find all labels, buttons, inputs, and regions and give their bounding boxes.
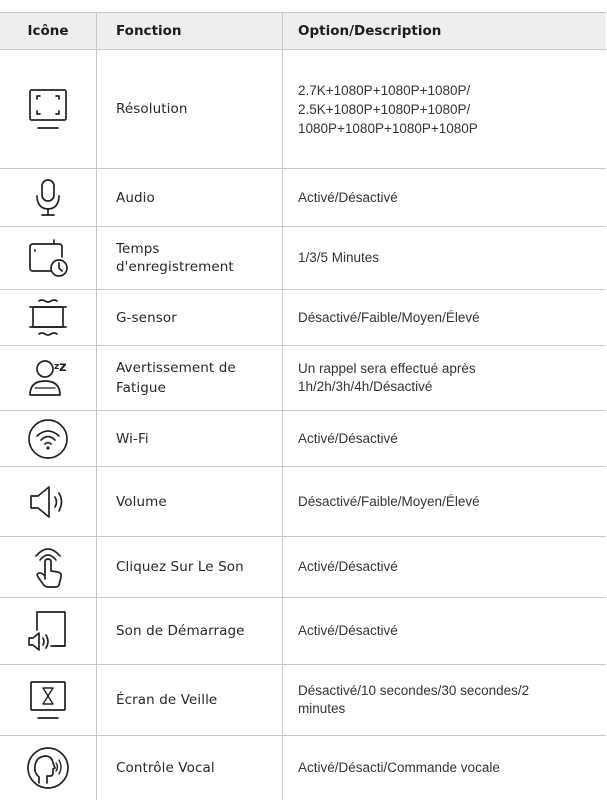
table-row: Écran de Veille Désactivé/10 secondes/30… [0, 665, 606, 736]
function-label: Temps d'enregistrement [116, 241, 234, 275]
startup-sound-icon [0, 598, 97, 664]
function-label: Cliquez Sur Le Son [116, 559, 244, 575]
header-cell-option: Option/Description [283, 13, 606, 49]
microphone-icon [0, 169, 97, 226]
function-label: Écran de Veille [116, 692, 218, 708]
function-label: Son de Démarrage [116, 623, 245, 639]
table-row: G-sensor Désactivé/Faible/Moyen/Élevé [0, 290, 606, 346]
function-cell: Wi-Fi [97, 411, 283, 466]
description-cell: Activé/Désactivé [283, 411, 606, 466]
description-cell: Activé/Désacti/Commande vocale [283, 736, 606, 800]
function-cell: Écran de Veille [97, 665, 283, 735]
description-text: 1/3/5 Minutes [298, 250, 380, 265]
header-icon-label: Icône [27, 23, 69, 39]
description-cell: Un rappel sera effectué après 1h/2h/3h/4… [283, 346, 606, 410]
function-label: Résolution [116, 101, 188, 117]
table-row: z z Avertissement de Fatigue Un rappel s… [0, 346, 606, 411]
fatigue-warning-icon: z z [0, 346, 97, 410]
function-cell: Temps d'enregistrement [97, 227, 283, 289]
description-text: Activé/Désactivé [298, 189, 398, 205]
function-label: Volume [116, 493, 167, 510]
description-text: 2.7K+1080P+1080P+1080P/ 2.5K+1080P+1080P… [298, 82, 478, 136]
description-cell: Désactivé/Faible/Moyen/Élevé [283, 290, 606, 345]
function-label: G-sensor [116, 309, 177, 326]
table-row: Son de Démarrage Activé/Désactivé [0, 598, 606, 665]
header-function-label: Fonction [116, 23, 182, 39]
function-label: Audio [116, 189, 155, 206]
description-cell: Désactivé/10 secondes/30 secondes/2 minu… [283, 665, 606, 735]
description-cell: Activé/Désactivé [283, 598, 606, 664]
table-row: Résolution 2.7K+1080P+1080P+1080P/ 2.5K+… [0, 50, 606, 169]
description-text: Activé/Désactivé [298, 430, 398, 446]
g-sensor-icon [0, 290, 97, 345]
screen-resolution-icon [0, 50, 97, 168]
svg-text:z: z [59, 360, 67, 375]
function-cell: Cliquez Sur Le Son [97, 537, 283, 597]
screensaver-icon [0, 665, 97, 735]
function-cell: G-sensor [97, 290, 283, 345]
description-cell: 1/3/5 Minutes [283, 227, 606, 289]
table-row: Audio Activé/Désactivé [0, 169, 606, 227]
table-row: Wi-Fi Activé/Désactivé [0, 411, 606, 467]
function-cell: Contrôle Vocal [97, 736, 283, 800]
description-text: Activé/Désactivé [298, 559, 398, 574]
description-text: Activé/Désacti/Commande vocale [298, 760, 500, 775]
function-cell: Volume [97, 467, 283, 536]
header-option-label: Option/Description [298, 23, 442, 39]
description-text: Désactivé/Faible/Moyen/Élevé [298, 493, 480, 509]
description-cell: Désactivé/Faible/Moyen/Élevé [283, 467, 606, 536]
volume-icon [0, 467, 97, 536]
voice-control-icon [0, 736, 97, 800]
function-label: Avertissement de Fatigue [116, 360, 236, 396]
function-label: Wi-Fi [116, 430, 149, 447]
description-text: Désactivé/10 secondes/30 secondes/2 minu… [298, 683, 530, 716]
function-cell: Avertissement de Fatigue [97, 346, 283, 410]
function-cell: Audio [97, 169, 283, 226]
table-header-row: Icône Fonction Option/Description [0, 12, 606, 50]
table-row: Contrôle Vocal Activé/Désacti/Commande v… [0, 736, 606, 800]
description-text: Activé/Désactivé [298, 623, 398, 638]
touch-sound-icon [0, 537, 97, 597]
function-cell: Son de Démarrage [97, 598, 283, 664]
function-cell: Résolution [97, 50, 283, 168]
function-label: Contrôle Vocal [116, 760, 215, 776]
description-cell: 2.7K+1080P+1080P+1080P/ 2.5K+1080P+1080P… [283, 50, 606, 168]
description-text: Désactivé/Faible/Moyen/Élevé [298, 309, 480, 325]
header-cell-icon: Icône [0, 13, 97, 49]
wifi-icon [0, 411, 97, 466]
description-cell: Activé/Désactivé [283, 537, 606, 597]
table-row: Temps d'enregistrement 1/3/5 Minutes [0, 227, 606, 290]
recording-timer-icon [0, 227, 97, 289]
header-cell-function: Fonction [97, 13, 283, 49]
description-cell: Activé/Désactivé [283, 169, 606, 226]
table-row: Volume Désactivé/Faible/Moyen/Élevé [0, 467, 606, 537]
description-text: Un rappel sera effectué après 1h/2h/3h/4… [298, 361, 476, 394]
table-row: Cliquez Sur Le Son Activé/Désactivé [0, 537, 606, 598]
